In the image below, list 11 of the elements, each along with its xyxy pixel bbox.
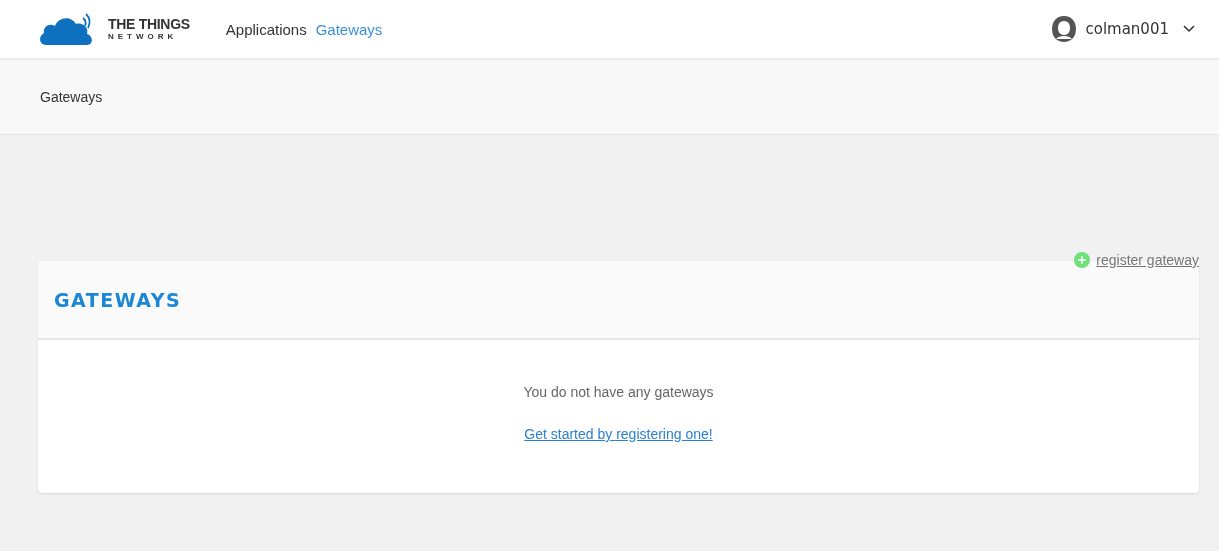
- empty-message: You do not have any gateways: [523, 384, 714, 400]
- nav-link[interactable]: Applications: [225, 20, 307, 38]
- nav-link[interactable]: Gateways: [315, 20, 383, 38]
- user-avatar-icon: [1051, 15, 1078, 43]
- breadcrumb: Gateways: [40, 89, 103, 105]
- get-started-link[interactable]: Get started by registering one!: [524, 426, 713, 442]
- logo-title: THE THINGS: [108, 17, 190, 31]
- card-title: GATEWAYS: [54, 288, 182, 311]
- username[interactable]: colman001: [1085, 20, 1169, 38]
- logo-subtitle: NETWORK: [108, 33, 179, 41]
- chevron-down-icon[interactable]: [1183, 25, 1195, 33]
